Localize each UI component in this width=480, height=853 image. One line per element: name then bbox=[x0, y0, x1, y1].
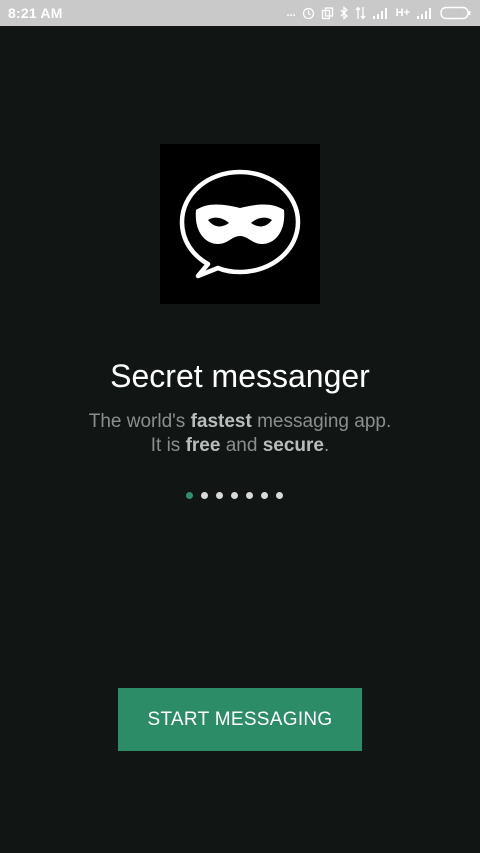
page-title: Secret messanger bbox=[110, 358, 370, 394]
page-dot-3[interactable] bbox=[216, 492, 223, 499]
page-dot-1[interactable] bbox=[186, 492, 193, 499]
copy-icon bbox=[321, 6, 333, 19]
more-notifications-icon: ... bbox=[286, 7, 296, 19]
page-dot-7[interactable] bbox=[276, 492, 283, 499]
battery-icon bbox=[440, 6, 471, 20]
app-logo bbox=[160, 144, 320, 304]
incognito-mask-chat-icon bbox=[179, 169, 301, 279]
description-line-1: The world's fastest messaging app. bbox=[88, 411, 392, 432]
status-time: 8:21 AM bbox=[8, 5, 63, 21]
intro-description: The world's fastest messaging app. It is… bbox=[0, 410, 480, 458]
network-type: H+ bbox=[395, 7, 410, 19]
signal-icon-1 bbox=[372, 8, 387, 19]
page-dot-2[interactable] bbox=[201, 492, 208, 499]
page-indicator bbox=[186, 492, 283, 500]
signal-icon-2 bbox=[417, 8, 431, 19]
data-transfer-icon bbox=[355, 6, 366, 20]
page-dot-5[interactable] bbox=[246, 492, 253, 499]
page-dot-6[interactable] bbox=[261, 492, 268, 499]
description-line-2: It is free and secure. bbox=[150, 435, 330, 456]
bluetooth-icon bbox=[340, 6, 348, 20]
page-dot-4[interactable] bbox=[231, 492, 238, 499]
status-bar: 8:21 AM ... H+ bbox=[0, 0, 480, 26]
start-messaging-button[interactable]: START MESSAGING bbox=[118, 688, 362, 751]
status-icons: ... H+ bbox=[286, 4, 472, 22]
alarm-icon bbox=[302, 7, 314, 19]
